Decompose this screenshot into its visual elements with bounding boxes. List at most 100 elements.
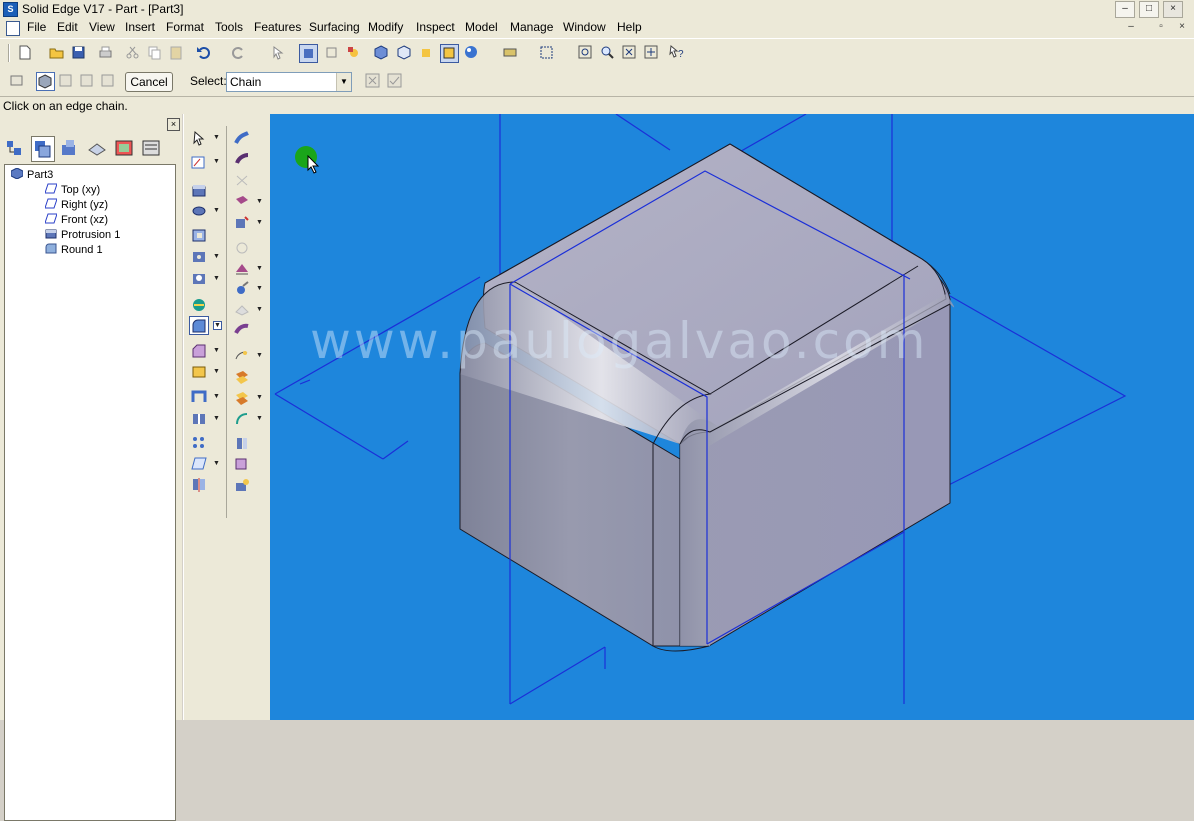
hole-icon[interactable]	[190, 270, 208, 287]
finish-step-icon[interactable]	[99, 72, 116, 89]
step-2-icon[interactable]	[57, 72, 74, 89]
new-file-icon[interactable]	[16, 44, 33, 61]
zoom-icon[interactable]	[599, 44, 616, 61]
chevron-down-icon[interactable]: ▼	[213, 347, 220, 354]
doc-restore-button[interactable]: ▫	[1154, 20, 1168, 33]
lofted-protrusion-icon[interactable]	[233, 151, 251, 168]
delete-faces-icon[interactable]	[233, 477, 251, 494]
normal-protrusion-icon[interactable]	[233, 193, 251, 210]
chevron-down-icon[interactable]: ▼	[256, 394, 263, 401]
tree-item-front-plane[interactable]: Front (xz)	[44, 213, 108, 226]
chevron-down-icon[interactable]: ▼	[256, 285, 263, 292]
fit-all-icon[interactable]	[621, 44, 638, 61]
cut-icon[interactable]	[124, 44, 141, 61]
chevron-down-icon[interactable]: ▼	[213, 415, 220, 422]
print-icon[interactable]	[97, 44, 114, 61]
replace-face-icon[interactable]	[233, 410, 251, 427]
family-members-tab-icon[interactable]	[58, 136, 80, 160]
chevron-down-icon[interactable]: ▼	[213, 134, 220, 141]
rib-icon[interactable]	[190, 410, 208, 427]
cutout-icon[interactable]	[190, 227, 208, 244]
redo-icon[interactable]	[230, 44, 247, 61]
revolved-protrusion-icon[interactable]	[190, 202, 208, 219]
tree-item-right-plane[interactable]: Right (yz)	[44, 198, 108, 211]
layers-tab-icon[interactable]	[31, 136, 55, 162]
protrusion-tool-icon[interactable]	[190, 182, 208, 199]
reference-plane-icon[interactable]	[190, 455, 208, 472]
accept-icon[interactable]	[386, 72, 403, 89]
vent-icon[interactable]	[233, 239, 251, 256]
select-arrow-icon[interactable]	[190, 130, 208, 147]
chevron-down-icon[interactable]: ▼	[256, 265, 263, 272]
paste-icon[interactable]	[168, 44, 185, 61]
graphics-window[interactable]: www.paulogalvao.com	[270, 114, 1194, 720]
select-tool-icon[interactable]	[270, 44, 287, 61]
menu-features[interactable]: Features	[254, 20, 301, 34]
thin-wall-icon[interactable]	[190, 388, 208, 405]
menu-inspect[interactable]: Inspect	[416, 20, 455, 34]
hidden-edges-icon[interactable]	[323, 44, 340, 61]
blend-icon[interactable]	[233, 435, 251, 452]
split-icon[interactable]	[233, 347, 251, 364]
chevron-down-icon[interactable]: ▼	[256, 219, 263, 226]
mirror-icon[interactable]	[190, 476, 208, 493]
chevron-down-icon[interactable]: ▼	[213, 275, 220, 282]
menu-help[interactable]: Help	[617, 20, 642, 34]
doc-minimize-button[interactable]: –	[1124, 20, 1138, 33]
chevron-down-icon[interactable]: ▼	[213, 460, 220, 467]
model-view-canvas[interactable]	[270, 114, 1194, 720]
document-icon[interactable]	[6, 21, 20, 36]
chevron-down-icon[interactable]: ▼	[336, 73, 351, 91]
round-tool-icon[interactable]	[189, 316, 209, 335]
chevron-down-icon[interactable]: ▼	[213, 321, 222, 330]
sketch-icon[interactable]	[190, 154, 208, 171]
menu-modify[interactable]: Modify	[368, 20, 403, 34]
panel-close-button[interactable]: ×	[167, 118, 180, 131]
chevron-down-icon[interactable]: ▼	[256, 198, 263, 205]
tree-item-part[interactable]: Part3	[10, 167, 53, 181]
close-button[interactable]: ×	[1163, 1, 1183, 18]
menu-view[interactable]: View	[89, 20, 115, 34]
chevron-down-icon[interactable]: ▼	[256, 352, 263, 359]
chevron-down-icon[interactable]: ▼	[213, 253, 220, 260]
sensors-tab-icon[interactable]	[113, 136, 135, 160]
view-orient-icon[interactable]	[502, 44, 519, 61]
zoom-area-icon[interactable]	[577, 44, 594, 61]
help-pointer-icon[interactable]: ?	[668, 44, 685, 61]
save-icon[interactable]	[70, 44, 87, 61]
shaded-edges-icon[interactable]	[440, 44, 459, 63]
reject-icon[interactable]	[364, 72, 381, 89]
chevron-down-icon[interactable]: ▼	[213, 207, 220, 214]
maximize-button[interactable]: □	[1139, 1, 1159, 18]
properties-tab-icon[interactable]	[140, 136, 162, 160]
shaded-view-icon[interactable]	[299, 44, 318, 63]
chamfer-icon[interactable]	[190, 342, 208, 359]
copy-icon[interactable]	[146, 44, 163, 61]
fit-view-icon[interactable]	[538, 44, 555, 61]
minimize-button[interactable]: –	[1115, 1, 1135, 18]
lighting-icon[interactable]	[346, 44, 363, 61]
pan-icon[interactable]	[643, 44, 660, 61]
tree-item-protrusion[interactable]: Protrusion 1	[45, 228, 120, 241]
front-view-icon[interactable]	[396, 44, 413, 61]
web-network-icon[interactable]	[233, 214, 251, 231]
menu-format[interactable]: Format	[166, 20, 204, 34]
iso-view-icon[interactable]	[373, 44, 390, 61]
helix-icon[interactable]	[233, 172, 251, 189]
emboss-icon[interactable]	[233, 280, 251, 297]
revolved-cutout-icon[interactable]	[190, 248, 208, 265]
pattern-icon[interactable]	[190, 434, 208, 451]
undo-icon[interactable]	[195, 44, 212, 61]
offset-surface-icon[interactable]	[233, 456, 251, 473]
chevron-down-icon[interactable]: ▼	[213, 368, 220, 375]
menu-tools[interactable]: Tools	[215, 20, 243, 34]
chevron-down-icon[interactable]: ▼	[256, 415, 263, 422]
thread-icon[interactable]	[190, 296, 208, 313]
add-body-icon[interactable]	[233, 368, 251, 385]
menu-model[interactable]: Model	[465, 20, 498, 34]
select-step-icon[interactable]	[36, 72, 55, 91]
menu-insert[interactable]: Insert	[125, 20, 155, 34]
menu-edit[interactable]: Edit	[57, 20, 78, 34]
union-icon[interactable]	[233, 389, 251, 406]
sphere-render-icon[interactable]	[463, 44, 480, 61]
